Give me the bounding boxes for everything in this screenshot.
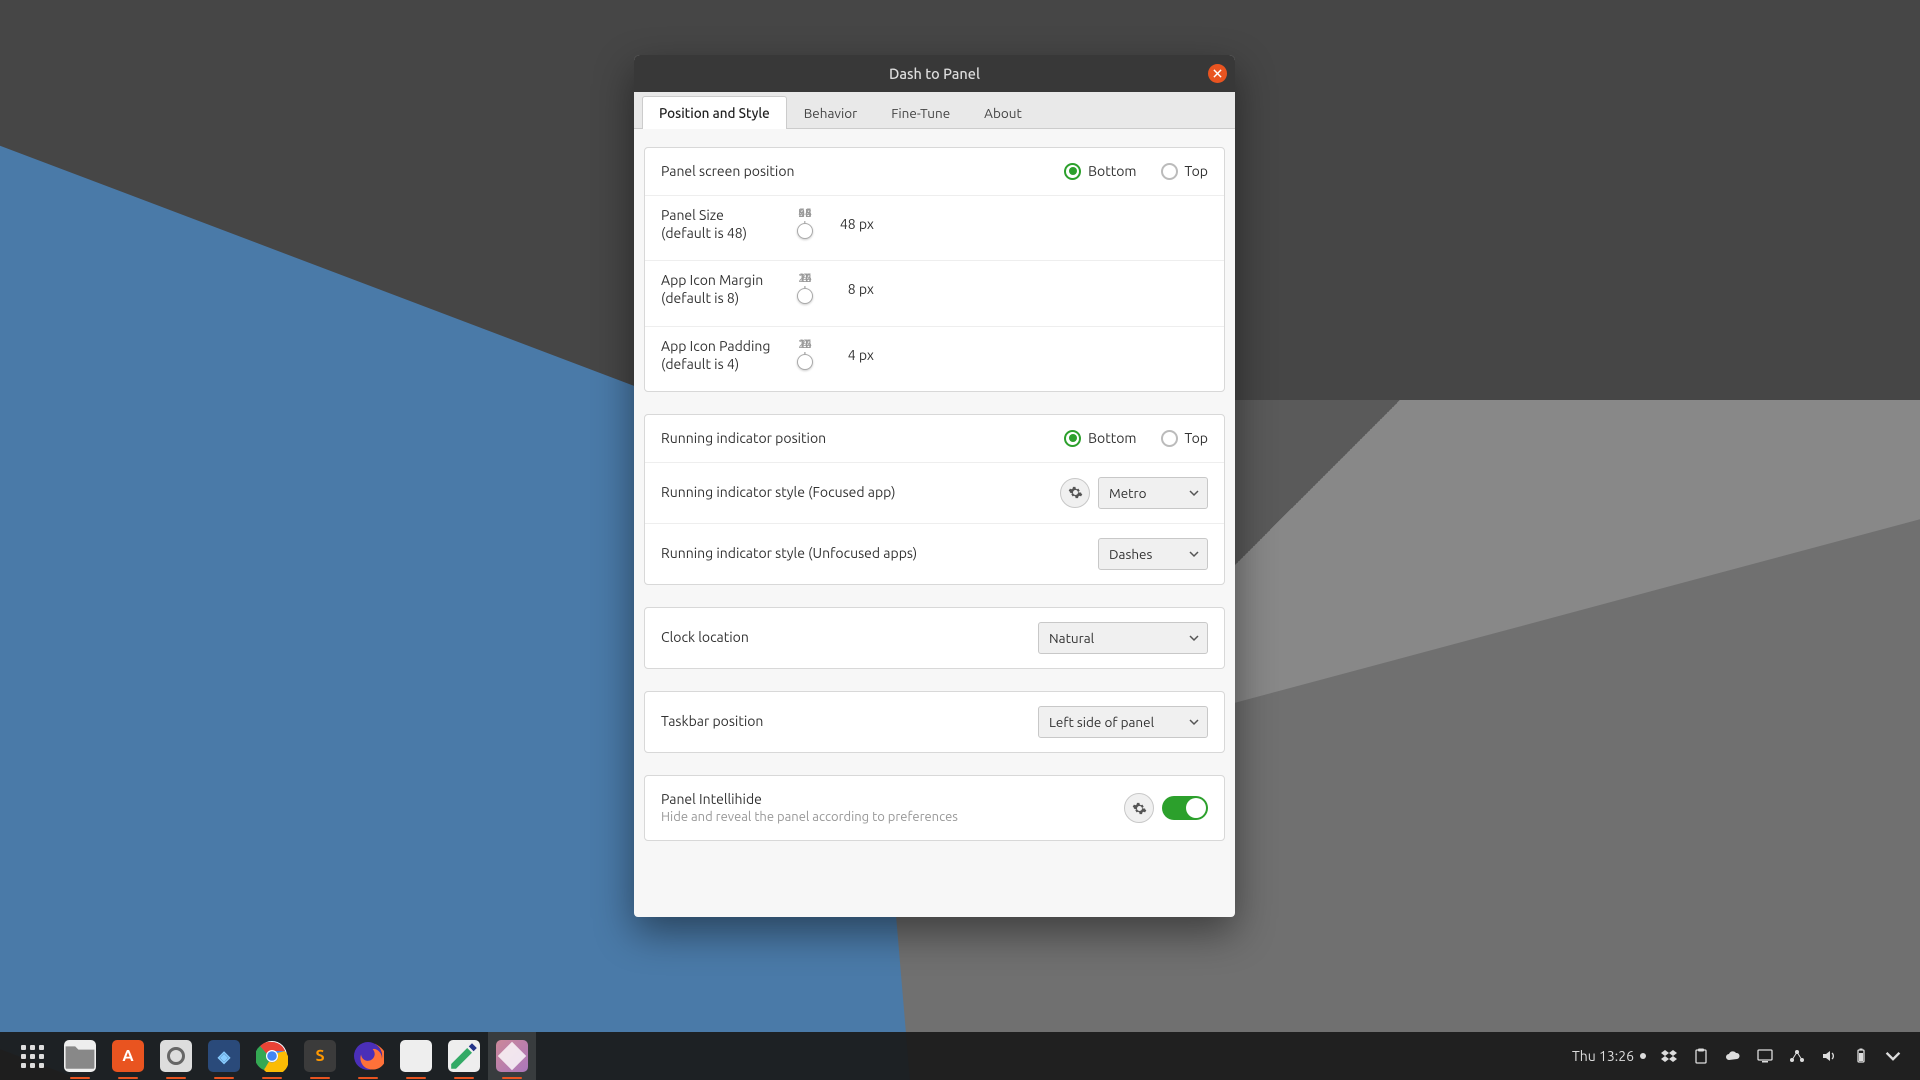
icon-padding-value: 4 px	[819, 347, 874, 363]
row-panel-position: Panel screen position Bottom Top	[645, 148, 1224, 196]
settings-window: Dash to Panel Position and Style Behavio…	[634, 55, 1235, 917]
apps-grid-icon	[21, 1045, 44, 1068]
panel-size-value: 48 px	[819, 216, 874, 232]
diamond-icon	[496, 1040, 528, 1072]
network-icon	[1789, 1048, 1805, 1064]
close-button[interactable]	[1208, 64, 1227, 83]
chevron-down-icon	[1885, 1048, 1901, 1064]
app-virtualbox[interactable]: ◈	[200, 1032, 248, 1080]
monitor-icon	[1757, 1048, 1773, 1064]
radio-indicator-top[interactable]: Top	[1161, 430, 1209, 447]
card-clock: Clock location Natural	[644, 607, 1225, 669]
tab-about[interactable]: About	[967, 96, 1039, 129]
panel-clock[interactable]: Thu 13:26	[1572, 1048, 1646, 1064]
row-indicator-position: Running indicator position Bottom Top	[645, 415, 1224, 463]
tray-dropbox[interactable]	[1660, 1047, 1678, 1065]
battery-icon	[1853, 1048, 1869, 1064]
calendar-icon	[400, 1040, 432, 1072]
app-files[interactable]	[56, 1032, 104, 1080]
gear-icon	[1068, 485, 1083, 500]
icon-padding-label: App Icon Padding (default is 4)	[661, 337, 791, 373]
content-area: Panel screen position Bottom Top Panel S…	[634, 129, 1235, 881]
row-panel-size: Panel Size (default is 48) 24 32 48 64 9…	[645, 196, 1224, 261]
app-firefox[interactable]	[344, 1032, 392, 1080]
app-ubuntu-software[interactable]: A	[104, 1032, 152, 1080]
indicator-focused-dropdown[interactable]: Metro	[1098, 477, 1208, 509]
show-apps-button[interactable]	[8, 1032, 56, 1080]
panel: A ◈ S Thu 13:26	[0, 1032, 1920, 1080]
window-title: Dash to Panel	[889, 65, 980, 82]
tab-position-style[interactable]: Position and Style	[642, 96, 787, 129]
chrome-icon	[256, 1040, 288, 1072]
row-indicator-focused: Running indicator style (Focused app) Me…	[645, 463, 1224, 524]
gear-icon	[1132, 801, 1147, 816]
app-calendar[interactable]	[392, 1032, 440, 1080]
panel-size-label: Panel Size (default is 48)	[661, 206, 791, 242]
intellihide-settings-button[interactable]	[1124, 793, 1154, 823]
titlebar[interactable]: Dash to Panel	[634, 55, 1235, 92]
notification-dot-icon	[1640, 1053, 1646, 1059]
tray-clipboard[interactable]	[1692, 1047, 1710, 1065]
app-sublime[interactable]: S	[296, 1032, 344, 1080]
icon-margin-value: 8 px	[819, 281, 874, 297]
row-icon-margin: App Icon Margin (default is 8) 4 8 12 16…	[645, 261, 1224, 326]
tray-network[interactable]	[1788, 1047, 1806, 1065]
app-disks[interactable]	[152, 1032, 200, 1080]
app-gedit[interactable]	[440, 1032, 488, 1080]
radio-top[interactable]: Top	[1161, 163, 1209, 180]
row-icon-padding: App Icon Padding (default is 4) 4 8 12 1…	[645, 327, 1224, 391]
taskbar-position-dropdown[interactable]: Left side of panel	[1038, 706, 1208, 738]
intellihide-toggle[interactable]	[1162, 796, 1208, 820]
intellihide-hint: Hide and reveal the panel according to p…	[661, 809, 1124, 827]
tray-display[interactable]	[1756, 1047, 1774, 1065]
dropbox-icon	[1661, 1048, 1677, 1064]
chevron-down-icon	[1189, 633, 1199, 643]
panel-position-radio-group: Bottom Top	[1064, 163, 1208, 180]
card-taskbar-position: Taskbar position Left side of panel	[644, 691, 1225, 753]
row-indicator-unfocused: Running indicator style (Unfocused apps)…	[645, 524, 1224, 584]
disk-icon	[167, 1047, 185, 1065]
app-dash-to-panel[interactable]	[488, 1032, 536, 1080]
clipboard-icon	[1693, 1048, 1709, 1064]
radio-indicator-bottom[interactable]: Bottom	[1064, 430, 1136, 447]
panel-position-label: Panel screen position	[661, 162, 1064, 181]
panel-left: A ◈ S	[8, 1032, 536, 1080]
cloud-icon	[1725, 1048, 1741, 1064]
radio-bottom[interactable]: Bottom	[1064, 163, 1136, 180]
speaker-icon	[1821, 1048, 1837, 1064]
tab-behavior[interactable]: Behavior	[787, 96, 875, 129]
indicator-focused-settings-button[interactable]	[1060, 478, 1090, 508]
tray-weather[interactable]	[1724, 1047, 1742, 1065]
tray-arrow[interactable]	[1884, 1047, 1902, 1065]
firefox-icon	[352, 1040, 384, 1072]
card-intellihide: Panel Intellihide Hide and reveal the pa…	[644, 775, 1225, 841]
tab-fine-tune[interactable]: Fine-Tune	[874, 96, 967, 129]
card-panel-settings: Panel screen position Bottom Top Panel S…	[644, 147, 1225, 392]
chevron-down-icon	[1189, 717, 1199, 727]
chevron-down-icon	[1189, 549, 1199, 559]
row-clock-location: Clock location Natural	[645, 608, 1224, 668]
icon-margin-label: App Icon Margin (default is 8)	[661, 271, 791, 307]
tab-bar: Position and Style Behavior Fine-Tune Ab…	[634, 92, 1235, 129]
intellihide-label: Panel Intellihide	[661, 790, 1124, 809]
indicator-position-radio-group: Bottom Top	[1064, 430, 1208, 447]
row-intellihide: Panel Intellihide Hide and reveal the pa…	[645, 776, 1224, 840]
app-chrome[interactable]	[248, 1032, 296, 1080]
row-taskbar-position: Taskbar position Left side of panel	[645, 692, 1224, 752]
card-indicators: Running indicator position Bottom Top Ru…	[644, 414, 1225, 585]
tray-volume[interactable]	[1820, 1047, 1838, 1065]
close-icon	[1213, 69, 1222, 78]
clock-location-dropdown[interactable]: Natural	[1038, 622, 1208, 654]
folder-icon	[64, 1040, 96, 1072]
panel-right: Thu 13:26	[1572, 1047, 1912, 1065]
tray-battery[interactable]	[1852, 1047, 1870, 1065]
indicator-unfocused-dropdown[interactable]: Dashes	[1098, 538, 1208, 570]
pencil-icon	[448, 1040, 480, 1072]
chevron-down-icon	[1189, 488, 1199, 498]
